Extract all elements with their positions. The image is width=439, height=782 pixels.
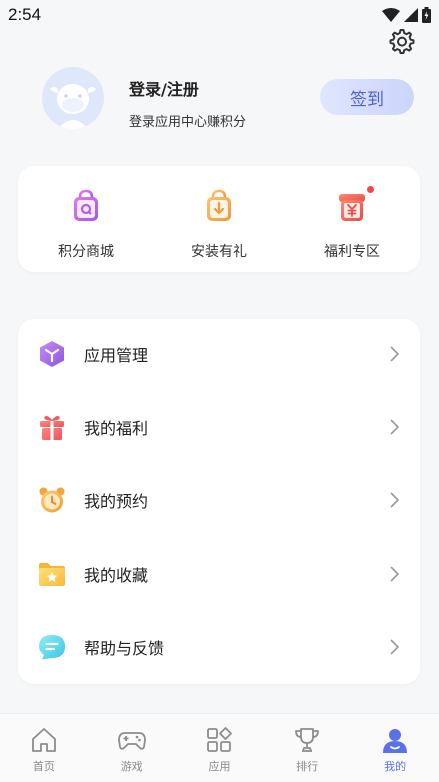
home-icon (31, 728, 56, 752)
cube-icon (40, 341, 64, 367)
quick-actions-card: 积分商城 安装有礼 福利专区 (18, 166, 420, 272)
signin-button[interactable]: 签到 (320, 79, 414, 115)
cow-avatar-icon (50, 84, 96, 129)
apps-grid-icon (207, 727, 233, 752)
yuan-box-icon (334, 186, 374, 224)
chevron-right-icon (390, 639, 400, 655)
shopping-bag-icon (68, 188, 104, 224)
tab-label: 应用 (208, 760, 231, 773)
status-time: 2:54 (8, 5, 42, 24)
quick-item-label: 积分商城 (58, 244, 114, 260)
wifi-icon (382, 8, 400, 22)
bottom-tab-bar: 首页 游戏 应用 排行 我的 (0, 713, 439, 782)
menu-item-label: 我的收藏 (84, 566, 149, 585)
menu-item-label: 帮助与反馈 (84, 639, 165, 658)
status-bar: 2:54 (0, 0, 439, 30)
chat-bubble-icon (39, 635, 65, 660)
menu-card: 应用管理 我的福利 我的预约 我的收藏 帮助与反馈 (18, 319, 420, 684)
battery-icon (422, 7, 431, 23)
alarm-clock-icon (39, 487, 65, 513)
gift-icon (40, 416, 64, 440)
chevron-right-icon (390, 346, 400, 362)
settings-button[interactable] (387, 27, 415, 55)
menu-item-my-favorites[interactable]: 我的收藏 (18, 544, 420, 604)
quick-item-label: 福利专区 (324, 244, 380, 260)
tab-label: 游戏 (120, 760, 143, 773)
quick-item-points-mall[interactable]: 积分商城 (31, 188, 141, 261)
chevron-right-icon (390, 419, 400, 435)
trophy-icon (295, 728, 320, 752)
chevron-right-icon (390, 492, 400, 508)
menu-item-app-management[interactable]: 应用管理 (18, 324, 420, 384)
notification-dot (367, 186, 374, 193)
avatar[interactable] (42, 67, 104, 129)
tab-mine[interactable]: 我的 (351, 714, 439, 782)
tab-home[interactable]: 首页 (0, 714, 88, 782)
tab-label: 首页 (32, 760, 55, 773)
tab-apps[interactable]: 应用 (176, 714, 264, 782)
menu-item-label: 我的福利 (84, 419, 149, 438)
menu-item-my-welfare[interactable]: 我的福利 (18, 397, 420, 457)
gamepad-icon (117, 732, 146, 750)
menu-item-my-reservations[interactable]: 我的预约 (18, 470, 420, 530)
tab-label: 我的 (384, 760, 407, 773)
quick-item-label: 安装有礼 (191, 244, 247, 260)
quick-item-welfare-zone[interactable]: 福利专区 (297, 186, 407, 261)
gear-icon (389, 29, 415, 54)
tab-ranking[interactable]: 排行 (263, 714, 351, 782)
quick-item-install-gift[interactable]: 安装有礼 (164, 188, 274, 261)
chevron-right-icon (390, 566, 400, 582)
login-subtitle: 登录应用中心赚积分 (129, 115, 247, 130)
signal-icon (404, 8, 418, 22)
tab-games[interactable]: 游戏 (88, 714, 176, 782)
folder-star-icon (39, 563, 65, 586)
tab-label: 排行 (296, 760, 319, 773)
menu-item-label: 我的预约 (84, 492, 149, 511)
profile-icon (383, 729, 408, 753)
download-bag-icon (201, 188, 237, 224)
status-icons (382, 7, 431, 23)
menu-item-help-feedback[interactable]: 帮助与反馈 (18, 617, 420, 677)
login-register-link[interactable]: 登录/注册 (129, 76, 199, 100)
menu-item-label: 应用管理 (84, 346, 149, 365)
